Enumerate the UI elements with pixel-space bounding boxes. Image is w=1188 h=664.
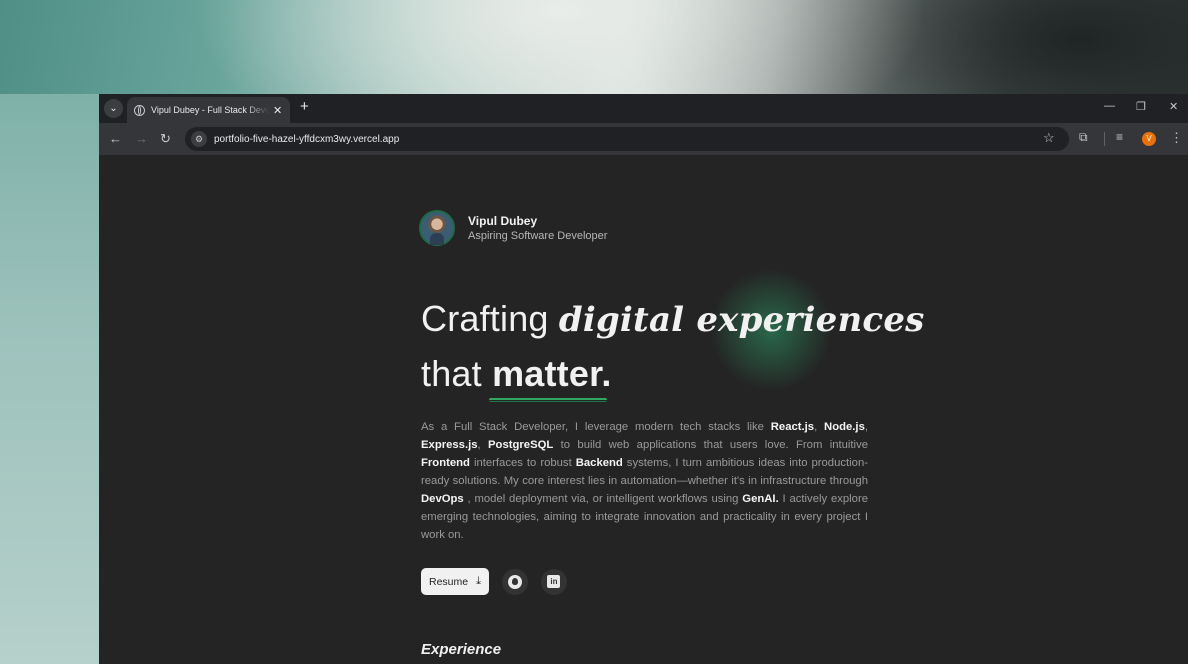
github-button[interactable] [501,568,528,595]
new-tab-button[interactable]: + [300,98,309,115]
bio-paragraph: As a Full Stack Developer, I leverage mo… [421,421,869,541]
url-text: portfolio-five-hazel-yffdcxm3wy.vercel.a… [214,133,400,145]
tech-highlight: Node.js [824,421,865,433]
tech-highlight: React.js [770,421,815,433]
toolbar-divider [1104,132,1105,146]
tab-search-button[interactable]: ⌄ [104,99,123,118]
github-icon [507,574,522,589]
hero-emphasis: digital experiences [558,300,925,340]
resume-button[interactable]: Resume ⤓ [421,568,489,595]
address-bar[interactable]: ⚙ portfolio-five-hazel-yffdcxm3wy.vercel… [185,127,1069,151]
tech-highlight: GenAI. [742,493,779,505]
tab-strip: ⌄ Vipul Dubey - Full Stack Developer ✕ +… [99,94,1188,123]
experience-heading: Experience [421,641,502,658]
tech-highlight: Backend [575,457,623,469]
resume-label: Resume [429,575,469,588]
minimize-icon[interactable]: — [1104,100,1115,112]
hero-underline [489,398,607,402]
profile-avatar[interactable]: V [1142,132,1156,146]
active-tab[interactable]: Vipul Dubey - Full Stack Developer ✕ [127,97,290,123]
hero-text: that [421,353,493,394]
action-row: Resume ⤓ in [421,568,567,595]
linkedin-icon: in [547,575,561,588]
tab-title: Vipul Dubey - Full Stack Developer [151,105,269,115]
site-settings-icon[interactable]: ⚙ [191,131,207,147]
media-control-icon[interactable]: ≡ [1116,130,1123,144]
back-icon[interactable]: ← [109,131,122,146]
close-tab-icon[interactable]: ✕ [273,104,282,117]
tech-highlight: DevOps [421,493,464,505]
linkedin-button[interactable]: in [540,568,567,595]
tech-highlight: Frontend [421,457,470,469]
profile-role: Aspiring Software Developer [468,230,608,242]
globe-icon [134,104,145,116]
hero-heading-line1: Crafting digital experiences [421,298,925,340]
bookmark-star-icon[interactable]: ☆ [1043,130,1055,146]
download-icon: ⤓ [476,575,481,587]
browser-toolbar: ← → ↻ ⚙ portfolio-five-hazel-yffdcxm3wy.… [99,123,1188,156]
close-window-icon[interactable]: ✕ [1169,100,1178,113]
desktop-wallpaper [0,94,99,664]
page-content: Vipul Dubey Aspiring Software Developer … [99,155,1188,664]
menu-icon[interactable]: ⋮ [1170,130,1183,146]
reload-icon[interactable]: ↻ [160,131,171,147]
hero-emphasis: matter. [492,353,612,394]
restore-icon[interactable]: ❐ [1136,100,1146,113]
avatar [419,210,455,246]
profile-header: Vipul Dubey Aspiring Software Developer [419,210,607,246]
profile-name: Vipul Dubey [468,214,538,228]
tech-highlight: PostgreSQL [488,439,554,451]
hero-heading-line2: that matter. [421,353,612,395]
extensions-icon[interactable]: ⧉ [1079,130,1088,145]
browser-window: ⌄ Vipul Dubey - Full Stack Developer ✕ +… [99,94,1188,664]
forward-icon[interactable]: → [135,131,148,146]
tech-highlight: Express.js [421,439,478,451]
hero-text: Crafting [421,298,559,339]
